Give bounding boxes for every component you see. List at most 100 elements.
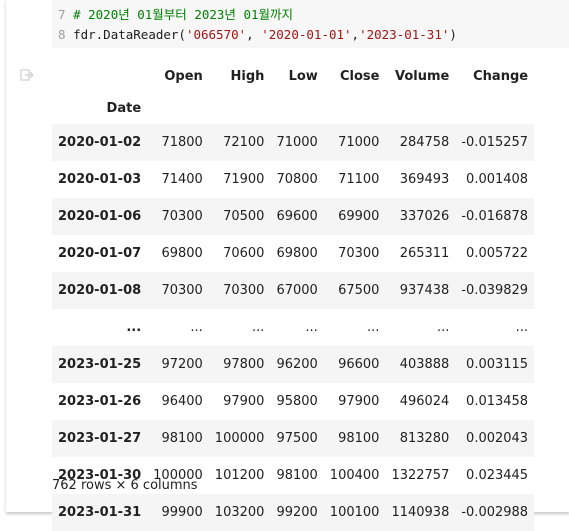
cell-change: ... [515, 320, 529, 335]
row-index-date: 2023-01-31 [58, 505, 142, 520]
cell-high: 100000 [214, 431, 265, 446]
dataframe-body: 2020-01-02 71800 72100 71000 71000 284758 -0.0… [52, 124, 535, 531]
code-string-end-date: '2023-01-31' [359, 27, 450, 42]
cell-open: 98100 [161, 431, 203, 446]
table-row: 2020-01-06 70300 70500 69600 69900 337026 -0.0… [52, 198, 535, 235]
cell-volume: 1140938 [391, 505, 450, 520]
cell-close: 100400 [329, 468, 380, 483]
column-header: Open [164, 69, 203, 84]
row-index-date: 2023-01-26 [58, 394, 142, 409]
code-comment: # 2020년 01월부터 2023년 01월까지 [73, 7, 293, 22]
cell-low: 69800 [276, 246, 318, 261]
code-close-paren: ) [449, 27, 457, 42]
cell-volume: 265311 [399, 246, 450, 261]
column-header: Change [473, 69, 529, 84]
table-row: ..................... [52, 309, 534, 346]
table-row: 2020-01-07 69800 70600 69800 70300 265311 0.00… [52, 235, 534, 272]
row-index-date: 2020-01-08 [58, 283, 142, 298]
cell-high: 70600 [223, 246, 265, 261]
table-row: 2020-01-08 70300 70300 67000 67500 937438 -0.0… [52, 272, 535, 309]
cell-low: 70800 [276, 172, 318, 187]
output-redirect-icon[interactable] [20, 66, 34, 81]
cell-close: 71000 [338, 135, 380, 150]
cell-volume: 369493 [399, 172, 450, 187]
cell-volume: ... [436, 320, 450, 335]
index-name: Date [106, 101, 142, 116]
column-header: Low [288, 69, 318, 84]
cell-open: ... [190, 320, 203, 335]
row-index-date: 2020-01-07 [58, 246, 142, 261]
code-call: fdr.DataReader( [73, 27, 186, 42]
cell-close: ... [367, 320, 380, 335]
cell-close: 70300 [338, 246, 380, 261]
dataframe-table: Open High Low Close Volume Change Date 2… [52, 60, 535, 531]
cell-open: 71800 [161, 135, 203, 150]
cell-volume: 813280 [399, 431, 450, 446]
cell-close: 100100 [329, 505, 380, 520]
cell-change: -0.015257 [461, 135, 529, 150]
column-header: Volume [394, 69, 450, 84]
table-row: 2023-01-27 98100 100000 97500 98100 813280 0.0… [52, 420, 535, 457]
cell-change: -0.016878 [461, 209, 529, 224]
cell-close: 69900 [338, 209, 380, 224]
cell-high: 70300 [223, 283, 265, 298]
cell-change: -0.039829 [461, 283, 529, 298]
row-index-date: 2020-01-02 [58, 135, 142, 150]
code-line-7[interactable]: 7 # 2020년 01월부터 2023년 01월까지 [58, 5, 293, 25]
cell-volume: 1322757 [391, 468, 450, 483]
cell-high: 70500 [223, 209, 265, 224]
corner-cell [52, 60, 147, 93]
column-header: Close [339, 69, 380, 84]
cell-high: 72100 [223, 135, 265, 150]
cell-low: 96200 [276, 357, 318, 372]
cell-high: 97800 [223, 357, 265, 372]
table-row: 2020-01-02 71800 72100 71000 71000 284758 -0.0… [52, 124, 535, 161]
row-index-date: ... [126, 320, 142, 335]
cell-low: ... [305, 320, 318, 335]
cell-high: 97900 [223, 394, 265, 409]
cell-high: 71900 [223, 172, 265, 187]
cell-volume: 496024 [399, 394, 450, 409]
cell-open: 70300 [161, 209, 203, 224]
code-string-start-date: '2020-01-01' [261, 27, 352, 42]
table-row: 2023-01-31 99900 103200 99200 100100 1140938-… [52, 494, 535, 531]
cell-change: 0.005722 [466, 246, 529, 261]
code-separator: , [246, 27, 262, 42]
column-header: High [230, 69, 265, 84]
cell-low: 98100 [276, 468, 318, 483]
cell-open: 96400 [161, 394, 203, 409]
cell-high: 103200 [214, 505, 265, 520]
table-row: 2020-01-03 71400 71900 70800 71100 369493 0.00… [52, 161, 534, 198]
cell-volume: 284758 [399, 135, 450, 150]
line-number: 8 [58, 27, 66, 42]
code-separator: , [351, 27, 360, 42]
cell-high: ... [252, 320, 265, 335]
cell-change: 0.023445 [466, 468, 529, 483]
cell-change: 0.003115 [466, 357, 529, 372]
cell-close: 98100 [338, 431, 380, 446]
cell-close: 67500 [338, 283, 380, 298]
cell-close: 96600 [338, 357, 380, 372]
row-index-date: 2023-01-27 [58, 431, 142, 446]
cell-close: 97900 [338, 394, 380, 409]
cell-change: 0.002043 [466, 431, 529, 446]
cell-volume: 937438 [399, 283, 450, 298]
dataframe-shape-summary: 762 rows × 6 columns [52, 478, 198, 493]
line-number: 7 [58, 7, 66, 22]
table-row: 2023-01-26 96400 97900 95800 97900 496024 0.01… [52, 383, 534, 420]
row-index-date: 2020-01-06 [58, 209, 142, 224]
cell-volume: 337026 [399, 209, 450, 224]
cell-open: 71400 [161, 172, 203, 187]
cell-open: 70300 [161, 283, 203, 298]
cell-high: 101200 [214, 468, 265, 483]
column-header-row: Open High Low Close Volume Change [52, 60, 534, 93]
code-line-8[interactable]: 8 fdr.DataReader('066570', '2020-01-01',… [58, 25, 457, 45]
cell-close: 71100 [338, 172, 380, 187]
row-index-date: 2023-01-25 [58, 357, 142, 372]
cell-change: 0.001408 [466, 172, 529, 187]
cell-low: 71000 [276, 135, 318, 150]
table-row: 2023-01-25 97200 97800 96200 96600 403888 0.00… [52, 346, 535, 383]
cell-low: 67000 [276, 283, 318, 298]
cell-volume: 403888 [399, 357, 450, 372]
cell-open: 99900 [161, 505, 203, 520]
